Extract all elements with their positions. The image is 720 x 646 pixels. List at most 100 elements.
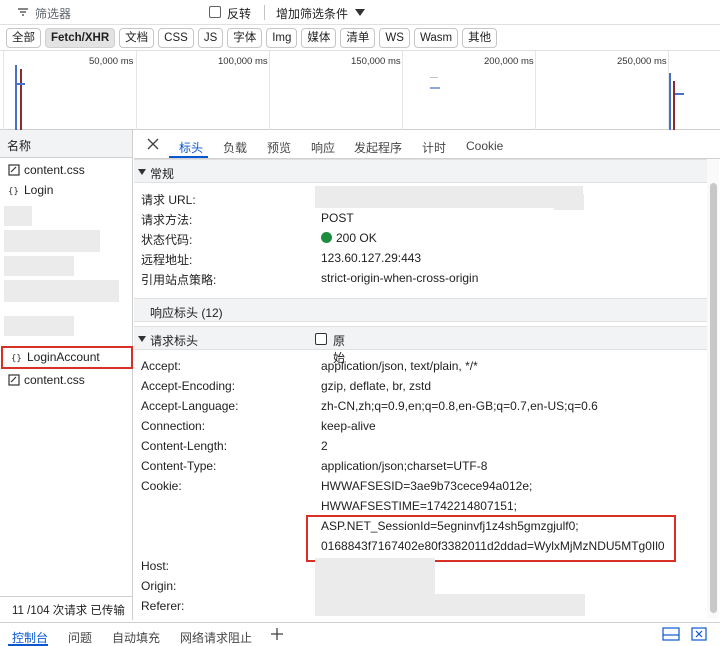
timeline-marker bbox=[15, 65, 17, 131]
header-key: Referer: bbox=[141, 599, 185, 613]
tab-payload[interactable]: 负载 bbox=[223, 139, 247, 156]
tab-timing[interactable]: 计时 bbox=[422, 139, 446, 156]
type-chip-all[interactable]: 全部 bbox=[6, 28, 41, 48]
header-key: Content-Type: bbox=[141, 459, 217, 473]
request-url-key: 请求 URL: bbox=[141, 193, 196, 207]
status-code-key: 状态代码: bbox=[141, 233, 193, 247]
type-chip-js[interactable]: JS bbox=[197, 28, 224, 48]
close-drawer-icon[interactable] bbox=[691, 627, 707, 641]
request-headers-section-header[interactable]: 请求标头 原始 bbox=[134, 326, 708, 365]
timeline-marker bbox=[669, 73, 671, 131]
status-ok-icon bbox=[321, 232, 332, 243]
timeline-bar bbox=[17, 83, 25, 85]
request-row[interactable]: content.css bbox=[0, 370, 132, 390]
xhr-icon: {} bbox=[11, 354, 22, 363]
blurred-row bbox=[4, 316, 74, 336]
filter-icon bbox=[18, 8, 28, 16]
header-key: Accept-Encoding: bbox=[141, 379, 236, 393]
type-chip-ws[interactable]: WS bbox=[379, 28, 410, 48]
redacted-value bbox=[315, 558, 435, 576]
header-value: application/json, text/plain, */* bbox=[321, 359, 478, 373]
name-column-header[interactable]: 名称 bbox=[0, 130, 132, 158]
timeline-bar bbox=[675, 93, 684, 95]
blurred-row bbox=[4, 280, 119, 302]
css-file-icon bbox=[8, 374, 20, 386]
invert-checkbox[interactable] bbox=[209, 6, 221, 18]
tab-cookie[interactable]: Cookie bbox=[466, 139, 503, 153]
timeline-gridline bbox=[269, 51, 270, 131]
invert-label: 反转 bbox=[227, 7, 252, 21]
xhr-icon: {} bbox=[8, 187, 19, 196]
general-section-header[interactable]: 常规 bbox=[134, 159, 708, 183]
divider bbox=[264, 5, 265, 20]
type-chip-fetch-xhr[interactable]: Fetch/XHR bbox=[45, 28, 116, 48]
header-key: Content-Length: bbox=[141, 439, 228, 453]
tab-initiator[interactable]: 发起程序 bbox=[354, 139, 402, 156]
tab-preview[interactable]: 预览 bbox=[267, 139, 291, 156]
referrer-policy-key: 引用站点策略: bbox=[141, 273, 217, 287]
filter-input[interactable]: 筛选器 bbox=[35, 5, 71, 22]
request-row[interactable]: content.css bbox=[0, 160, 132, 180]
request-list: 名称 content.css {} Login {} LoginAccount … bbox=[0, 130, 133, 620]
filter-bar: 筛选器 反转 增加筛选条件 bbox=[0, 0, 720, 25]
request-row-login-account[interactable]: {} LoginAccount bbox=[1, 346, 133, 369]
header-key: Accept: bbox=[141, 359, 182, 373]
response-headers-section-header[interactable]: 响应标头 (12) bbox=[134, 298, 708, 322]
request-name: Login bbox=[24, 183, 54, 197]
close-icon[interactable] bbox=[146, 137, 160, 151]
timeline-bar bbox=[430, 77, 438, 78]
svg-text:{}: {} bbox=[8, 187, 19, 196]
timeline-gridline bbox=[535, 51, 536, 131]
cookie-value-line: ASP.NET_SessionId=5egninvfj1z4sh5gmzgjul… bbox=[321, 519, 579, 533]
type-chip-img[interactable]: Img bbox=[266, 28, 298, 48]
tab-response[interactable]: 响应 bbox=[311, 139, 335, 156]
blurred-row bbox=[4, 230, 100, 252]
tab-request-blocking[interactable]: 网络请求阻止 bbox=[180, 629, 252, 646]
timeline-label: 250,000 ms bbox=[617, 56, 667, 67]
detail-tabs: 标头 负载 预览 响应 发起程序 计时 Cookie bbox=[134, 130, 720, 159]
chevron-down-icon[interactable] bbox=[355, 9, 365, 16]
type-chip-other[interactable]: 其他 bbox=[462, 28, 498, 48]
timeline-gridline bbox=[3, 51, 4, 131]
header-value: 2 bbox=[321, 439, 328, 453]
type-chip-wasm[interactable]: Wasm bbox=[413, 28, 459, 48]
scrollbar-thumb[interactable] bbox=[710, 183, 717, 613]
status-code-value: 200 OK bbox=[321, 231, 377, 245]
expand-triangle-icon bbox=[138, 169, 146, 175]
timeline-label: 50,000 ms bbox=[89, 56, 134, 67]
redacted-value bbox=[315, 576, 435, 594]
timeline-label: 100,000 ms bbox=[218, 56, 268, 67]
redacted-value bbox=[315, 594, 585, 616]
type-chip-manifest[interactable]: 清单 bbox=[340, 28, 376, 48]
type-chip-doc[interactable]: 文档 bbox=[119, 28, 155, 48]
scrollbar[interactable] bbox=[707, 159, 719, 619]
tab-autofill[interactable]: 自动填充 bbox=[112, 629, 160, 646]
add-filter-button[interactable]: 增加筛选条件 bbox=[276, 5, 348, 22]
request-details: 标头 负载 预览 响应 发起程序 计时 Cookie 常规 请求 URL: 请求… bbox=[134, 130, 720, 620]
resource-type-filters: 全部 Fetch/XHR 文档 CSS JS 字体 Img 媒体 清单 WS W… bbox=[6, 28, 498, 48]
timeline-gridline bbox=[136, 51, 137, 131]
timeline-bar bbox=[430, 87, 440, 89]
type-chip-font[interactable]: 字体 bbox=[227, 28, 263, 48]
cookie-value-line: 0168843f7167402e80f3382011d2ddad=WylxMjM… bbox=[321, 539, 665, 553]
section-title: 响应标头 (12) bbox=[150, 306, 223, 320]
dock-panel-icon[interactable] bbox=[662, 627, 680, 641]
tab-issues[interactable]: 问题 bbox=[68, 629, 92, 646]
tab-headers[interactable]: 标头 bbox=[179, 139, 203, 156]
css-file-icon bbox=[8, 164, 20, 176]
header-key: Host: bbox=[141, 559, 170, 573]
header-key: Origin: bbox=[141, 579, 177, 593]
request-row[interactable]: {} Login bbox=[0, 180, 132, 200]
remote-address-value: 123.60.127.29:443 bbox=[321, 251, 422, 265]
type-chip-media[interactable]: 媒体 bbox=[301, 28, 337, 48]
raw-checkbox[interactable] bbox=[315, 333, 327, 345]
redacted-url bbox=[554, 194, 584, 210]
cookie-value-line: HWWAFSESTIME=1742214807151; bbox=[321, 499, 517, 513]
timeline-marker bbox=[20, 69, 22, 131]
timeline-overview[interactable]: 50,000 ms 100,000 ms 150,000 ms 200,000 … bbox=[0, 50, 720, 131]
type-chip-css[interactable]: CSS bbox=[158, 28, 194, 48]
blurred-row bbox=[4, 206, 32, 226]
add-tab-icon[interactable] bbox=[270, 627, 284, 641]
header-value: application/json;charset=UTF-8 bbox=[321, 459, 488, 473]
raw-toggle[interactable]: 原始 bbox=[134, 333, 345, 365]
